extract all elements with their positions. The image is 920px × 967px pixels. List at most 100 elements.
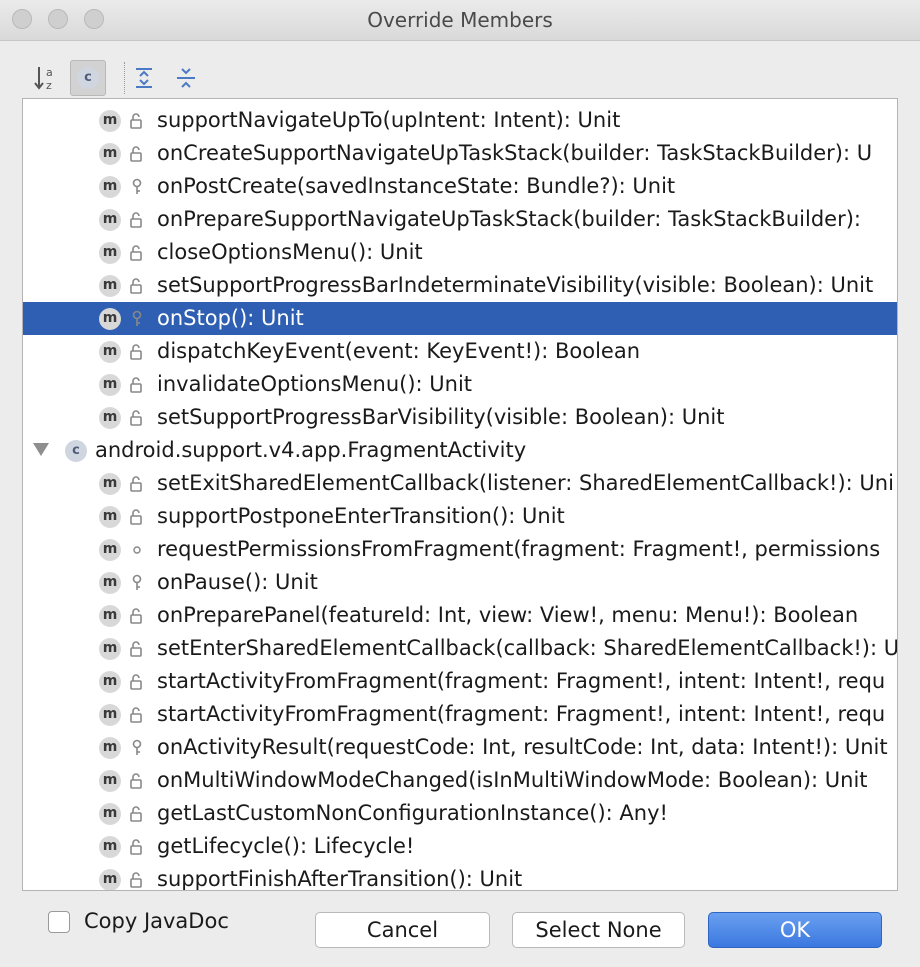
window-title: Override Members: [367, 8, 553, 32]
method-signature-label: supportNavigateUpTo(upIntent: Intent): U…: [157, 108, 621, 132]
unlock-icon: [129, 805, 145, 823]
method-icon: m: [99, 473, 121, 495]
unlock-icon: [129, 376, 145, 394]
method-icon: m: [99, 275, 121, 297]
method-icon: m: [99, 374, 121, 396]
collapse-all-icon: [177, 68, 195, 88]
unlock-icon: [129, 475, 145, 493]
method-icon: m: [99, 341, 121, 363]
svg-text:z: z: [46, 79, 52, 92]
method-icon: m: [99, 770, 121, 792]
copy-javadoc-checkbox[interactable]: [48, 911, 70, 933]
method-signature-label: dispatchKeyEvent(event: KeyEvent!): Bool…: [157, 339, 641, 363]
method-icon: m: [99, 176, 121, 198]
tree-method-row[interactable]: m requestPermissionsFromFragment(fragment…: [23, 533, 897, 566]
method-icon: m: [99, 803, 121, 825]
collapse-all-button[interactable]: [168, 60, 204, 96]
method-signature-label: supportPostponeEnterTransition(): Unit: [157, 504, 565, 528]
method-icon: m: [99, 539, 121, 561]
key-icon: [129, 739, 145, 757]
tree-method-row[interactable]: m startActivityFromFragment(fragment: Fra…: [23, 698, 897, 731]
method-icon: m: [99, 671, 121, 693]
tree-method-row[interactable]: m supportPostponeEnterTransition(): Unit: [23, 500, 897, 533]
tree-method-row[interactable]: m onActivityResult(requestCode: Int, resu…: [23, 731, 897, 764]
method-icon: m: [99, 869, 121, 890]
unlock-icon: [129, 640, 145, 658]
method-signature-label: getLifecycle(): Lifecycle!: [157, 834, 415, 858]
unlock-icon: [129, 838, 145, 856]
tree-method-row[interactable]: m setSupportProgressBarVisibility(visible…: [23, 401, 897, 434]
method-icon: m: [99, 110, 121, 132]
cancel-button[interactable]: Cancel: [315, 912, 490, 948]
tree-method-row[interactable]: m closeOptionsMenu(): Unit: [23, 236, 897, 269]
expand-all-button[interactable]: [126, 60, 162, 96]
method-signature-label: closeOptionsMenu(): Unit: [157, 240, 423, 264]
method-icon: m: [99, 737, 121, 759]
method-signature-label: onPrepareSupportNavigateUpTaskStack(buil…: [157, 207, 861, 231]
method-icon: m: [99, 605, 121, 627]
tree-method-row[interactable]: m invalidateOptionsMenu(): Unit: [23, 368, 897, 401]
unlock-icon: [129, 145, 145, 163]
method-signature-label: invalidateOptionsMenu(): Unit: [157, 372, 473, 396]
tree-method-row[interactable]: m supportNavigateUpTo(upIntent: Intent): …: [23, 104, 897, 137]
tree-method-row[interactable]: m startActivityFromFragment(fragment: Fra…: [23, 665, 897, 698]
method-signature-label: setExitSharedElementCallback(listener: S…: [157, 471, 894, 495]
tree-method-row[interactable]: m onPreparePanel(featureId: Int, view: Vi…: [23, 599, 897, 632]
unlock-icon: [129, 508, 145, 526]
method-icon: m: [99, 572, 121, 594]
title-bar: Override Members: [0, 0, 920, 41]
method-signature-label: supportFinishAfterTransition(): Unit: [157, 867, 523, 891]
select-none-button[interactable]: Select None: [512, 912, 685, 948]
method-signature-label: onPause(): Unit: [157, 570, 318, 594]
tree-method-row[interactable]: m setEnterSharedElementCallback(callback:…: [23, 632, 897, 665]
method-icon: m: [99, 506, 121, 528]
method-signature-label: onActivityResult(requestCode: Int, resul…: [157, 735, 888, 759]
class-c-icon: c: [77, 67, 99, 89]
method-signature-label: onPreparePanel(featureId: Int, view: Vie…: [157, 603, 859, 627]
show-classes-button[interactable]: c: [70, 60, 106, 96]
class-icon: c: [65, 440, 87, 462]
method-signature-label: getLastCustomNonConfigurationInstance():…: [157, 801, 668, 825]
tree-method-row[interactable]: m setSupportProgressBarIndeterminateVisib…: [23, 269, 897, 302]
method-signature-label: startActivityFromFragment(fragment: Frag…: [157, 702, 886, 726]
tree-class-row[interactable]: c android.support.v4.app.FragmentActivity: [23, 434, 897, 467]
expand-arrow-icon[interactable]: [33, 443, 49, 456]
tree-method-row[interactable]: m onPrepareSupportNavigateUpTaskStack(bui…: [23, 203, 897, 236]
method-icon: m: [99, 209, 121, 231]
key-icon: [129, 310, 145, 328]
circle-icon: [129, 541, 145, 559]
method-icon: m: [99, 308, 121, 330]
tree-method-row[interactable]: m onPause(): Unit: [23, 566, 897, 599]
tree-method-row[interactable]: m onPostCreate(savedInstanceState: Bundle…: [23, 170, 897, 203]
tree-method-row[interactable]: m onStop(): Unit: [23, 302, 897, 335]
method-signature-label: onPostCreate(savedInstanceState: Bundle?…: [157, 174, 676, 198]
ok-button[interactable]: OK: [708, 912, 882, 948]
tree-method-row[interactable]: m onMultiWindowModeChanged(isInMultiWindo…: [23, 764, 897, 797]
unlock-icon: [129, 673, 145, 691]
method-signature-label: onStop(): Unit: [157, 306, 304, 330]
svg-text:a: a: [46, 66, 53, 79]
unlock-icon: [129, 112, 145, 130]
method-signature-label: onCreateSupportNavigateUpTaskStack(build…: [157, 141, 873, 165]
unlock-icon: [129, 244, 145, 262]
copy-javadoc-label[interactable]: Copy JavaDoc: [84, 909, 229, 933]
expand-all-icon: [136, 68, 152, 88]
tree-method-row[interactable]: m setExitSharedElementCallback(listener: …: [23, 467, 897, 500]
method-signature-label: setSupportProgressBarVisibility(visible:…: [157, 405, 725, 429]
method-signature-label: setEnterSharedElementCallback(callback: …: [157, 636, 898, 660]
tree-method-row[interactable]: m onCreateSupportNavigateUpTaskStack(buil…: [23, 137, 897, 170]
sort-alpha-icon: a z: [34, 66, 53, 92]
method-signature-label: requestPermissionsFromFragment(fragment:…: [157, 537, 881, 561]
method-icon: m: [99, 407, 121, 429]
tree-method-row[interactable]: m dispatchKeyEvent(event: KeyEvent!): Boo…: [23, 335, 897, 368]
tree-method-row[interactable]: m getLastCustomNonConfigurationInstance()…: [23, 797, 897, 830]
tree-method-row[interactable]: m getLifecycle(): Lifecycle!: [23, 830, 897, 863]
tree-method-row[interactable]: m supportFinishAfterTransition(): Unit: [23, 863, 897, 891]
members-tree[interactable]: m supportNavigateUpTo(upIntent: Intent): …: [22, 98, 898, 891]
method-icon: m: [99, 242, 121, 264]
unlock-icon: [129, 277, 145, 295]
key-icon: [129, 178, 145, 196]
sort-alphabetically-button[interactable]: a z: [28, 60, 64, 96]
method-signature-label: setSupportProgressBarIndeterminateVisibi…: [157, 273, 874, 297]
method-signature-label: onMultiWindowModeChanged(isInMultiWindow…: [157, 768, 868, 792]
